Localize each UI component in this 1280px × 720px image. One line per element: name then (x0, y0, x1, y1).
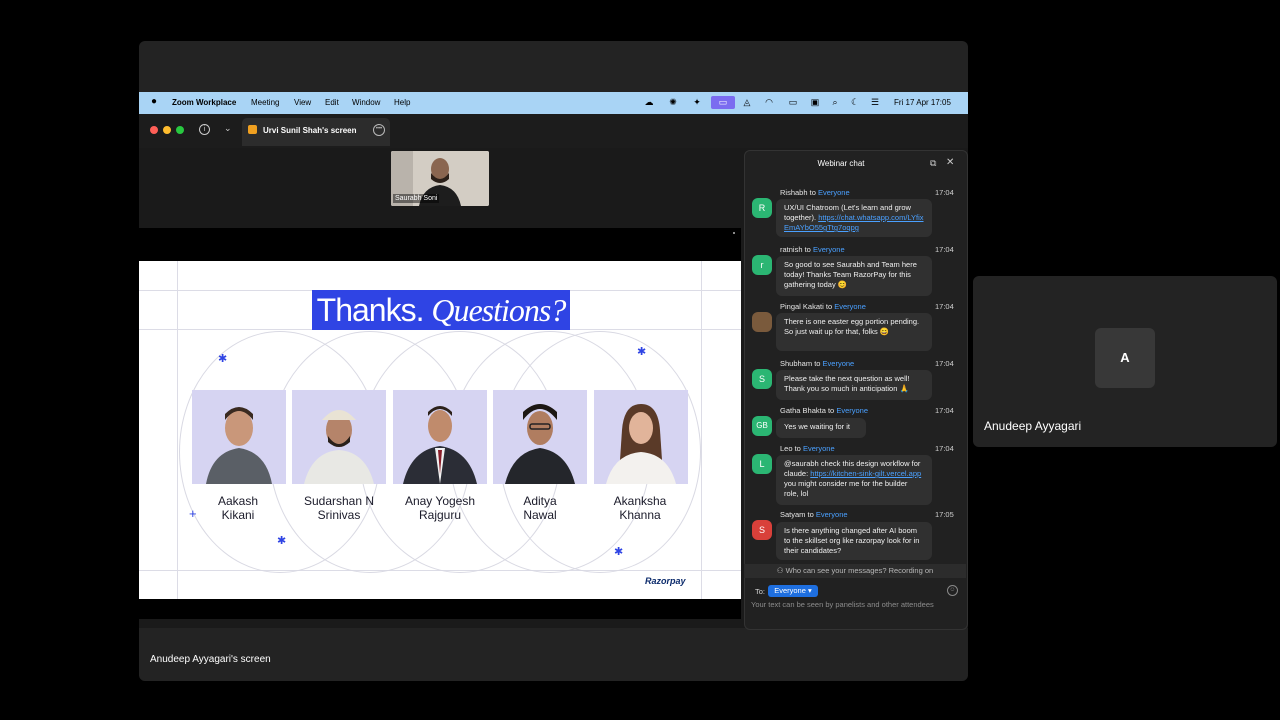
person-photo-3 (393, 390, 487, 484)
menu-edit[interactable]: Edit (325, 98, 339, 107)
menu-view[interactable]: View (294, 98, 311, 107)
avatar: R (752, 198, 772, 218)
chat-message-time: 17:05 (935, 510, 954, 519)
chat-message-time: 17:04 (935, 359, 954, 368)
slide-guide-line (177, 261, 178, 599)
person-name-4: Aditya Nawal (523, 494, 557, 522)
popout-icon[interactable]: ⧉ (930, 158, 936, 169)
person-name-2: Sudarshan N Srinivas (303, 494, 375, 522)
asterisk-icon: ✱ (614, 546, 624, 558)
menu-meeting[interactable]: Meeting (251, 98, 279, 107)
chat-message-header: Pingal Kakati to Everyone (780, 302, 866, 311)
recipient-dropdown[interactable]: Everyone ▾ (768, 585, 818, 597)
chat-message-bubble: There is one easter egg portion pending.… (776, 313, 932, 351)
chat-message-bubble: @saurabh check this design workflow for … (776, 455, 932, 505)
chat-message-header: Gatha Bhakta to Everyone (780, 406, 868, 415)
chat-message-header: ratnish to Everyone (780, 245, 845, 254)
person-name-3: Anay Yogesh Rajguru (404, 494, 476, 522)
person-name-5: Akanksha Khanna (613, 494, 667, 522)
close-window-button[interactable] (150, 126, 158, 134)
screen-owner-label: Anudeep Ayyagari's screen (150, 654, 271, 665)
chat-title: Webinar chat (817, 159, 865, 168)
chat-privacy-notice[interactable]: ⚇ Who can see your messages? Recording o… (744, 564, 966, 578)
chat-message-time: 17:04 (935, 245, 954, 254)
sparkle-icon[interactable]: ✺ (667, 96, 679, 109)
star-icon[interactable]: ✦ (691, 96, 703, 109)
razorpay-logo: Razorpay (645, 576, 686, 586)
speaker-name-label: Saurabh Soni (393, 194, 440, 203)
control-center-icon[interactable]: ☰ (869, 96, 881, 109)
moon-icon[interactable]: ☾ (849, 96, 861, 109)
chat-message-bubble: UX/UI Chatroom (Let's learn and grow tog… (776, 199, 932, 237)
chat-message-bubble: So good to see Saurabh and Team here tod… (776, 256, 932, 296)
participant-name: Anudeep Ayyagari (984, 419, 1082, 433)
search-icon[interactable]: ⌕ (829, 96, 841, 109)
avatar: L (752, 454, 772, 474)
chat-message-header: Leo to Everyone (780, 444, 835, 453)
recipient-label: To: (755, 587, 766, 596)
person-photo-5 (594, 390, 688, 484)
avatar: S (752, 520, 772, 540)
chat-message-input[interactable]: Your text can be seen by panelists and o… (751, 600, 934, 609)
chat-message-time: 17:04 (935, 302, 954, 311)
wifi-icon[interactable]: ◠ (763, 96, 775, 109)
avatar: S (752, 369, 772, 389)
minimize-window-button[interactable] (163, 126, 171, 134)
menu-window[interactable]: Window (352, 98, 380, 107)
chat-message-bubble: Is there anything changed after AI boom … (776, 522, 932, 560)
info-icon[interactable]: i (199, 124, 210, 135)
chat-message-time: 17:04 (935, 188, 954, 197)
emoji-icon[interactable]: ☺ (947, 585, 958, 596)
slide-title-plain: Thanks. (316, 292, 425, 328)
share-badge-icon (248, 125, 257, 134)
triangle-icon[interactable]: ◬ (741, 96, 753, 109)
chat-message-header: Satyam to Everyone (780, 510, 848, 519)
avatar (752, 312, 772, 332)
chat-message-time: 17:04 (935, 406, 954, 415)
asterisk-icon: ✱ (637, 346, 647, 358)
avatar: GB (752, 416, 772, 436)
maximize-window-button[interactable] (176, 126, 184, 134)
asterisk-icon: ✱ (277, 535, 287, 547)
screen-share-icon[interactable]: ▭ (711, 96, 735, 109)
slide-title: Thanks. Questions? (312, 290, 570, 330)
apple-icon[interactable]: ● (151, 96, 157, 107)
person-name-1: Aakash Kikani (217, 494, 259, 522)
slide-title-italic: Questions? (431, 292, 566, 328)
battery-icon[interactable]: ▭ (785, 96, 801, 109)
person-icon: ⚇ (776, 566, 786, 575)
close-icon[interactable]: ✕ (946, 157, 954, 168)
person-photo-4 (493, 390, 587, 484)
chat-message-time: 17:04 (935, 444, 954, 453)
asterisk-icon: ✱ (218, 353, 228, 365)
chat-link[interactable]: https://kitchen-sink-gilt.vercel.app (810, 469, 921, 478)
mac-menubar: ● Zoom Workplace Meeting View Edit Windo… (139, 92, 968, 114)
menubar-clock[interactable]: Fri 17 Apr 17:05 (894, 98, 951, 107)
participant-avatar: A (1095, 328, 1155, 388)
chat-message-bubble: Please take the next question as well! T… (776, 370, 932, 400)
chat-message-header: Shubham to Everyone (780, 359, 855, 368)
slide-guide-line (701, 261, 702, 599)
cursor-dot (733, 232, 735, 234)
cloud-icon[interactable]: ☁ (643, 96, 655, 109)
person-photo-2 (292, 390, 386, 484)
avatar: r (752, 255, 772, 275)
chat-message-header: Rishabh to Everyone (780, 188, 850, 197)
chevron-down-icon[interactable]: ⌄ (224, 123, 232, 134)
menu-help[interactable]: Help (394, 98, 410, 107)
share-tab-label: Urvi Sunil Shah's screen (263, 126, 357, 135)
more-options-icon[interactable]: ••• (373, 124, 385, 136)
person-photo-1 (192, 390, 286, 484)
chat-message-bubble: Yes we waiting for it (776, 418, 866, 438)
menu-app-name[interactable]: Zoom Workplace (172, 98, 236, 107)
display-icon[interactable]: ▣ (809, 96, 821, 109)
